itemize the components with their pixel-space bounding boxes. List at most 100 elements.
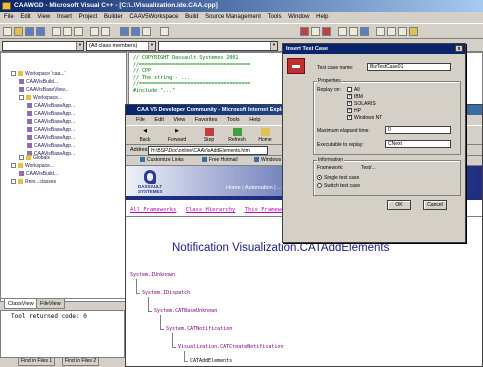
cancel-button[interactable]: Cancel: [423, 200, 447, 210]
members-combo[interactable]: (All class members) ▼: [86, 41, 156, 51]
browser-menu-view[interactable]: View: [173, 117, 185, 123]
stop-button[interactable]: Stop: [198, 128, 220, 143]
tab-find-in-files-2[interactable]: Find in Files 2: [62, 357, 100, 366]
switch-test-case-radio[interactable]: Switch test case: [317, 183, 360, 189]
link-class-hierarchy[interactable]: Class Hierarchy: [186, 207, 236, 213]
tree-item[interactable]: CAAVisBaseView...: [19, 87, 69, 94]
find-icon[interactable]: [160, 27, 169, 36]
single-test-case-radio[interactable]: Single test case: [317, 175, 359, 181]
menu-edit[interactable]: Edit: [20, 14, 30, 20]
platform-solaris-checkbox[interactable]: ✓ SOLARIS: [347, 101, 376, 107]
class-icon: [19, 79, 24, 85]
browser-menu-edit[interactable]: Edit: [154, 117, 163, 123]
close-icon[interactable]: x: [455, 45, 463, 52]
hierarchy-link[interactable]: System.IDispatch: [142, 290, 190, 296]
hierarchy-link[interactable]: System.CATNotification: [166, 326, 232, 332]
forward-button[interactable]: ▶ Forward: [166, 128, 188, 143]
menu-insert[interactable]: Insert: [57, 14, 72, 20]
workspace-icon[interactable]: [120, 27, 129, 36]
breakpoint-icon[interactable]: [360, 27, 369, 36]
caa-tool-3-icon[interactable]: [398, 27, 407, 36]
browser-menu-favorites[interactable]: Favorites: [195, 117, 218, 123]
hierarchy-link[interactable]: System.IUnknown: [130, 272, 175, 278]
workspace-tree[interactable]: Workspace 'caa...' CAAVisBuild... CAAVis…: [0, 52, 127, 302]
build-icon[interactable]: [311, 27, 320, 36]
platform-hp-checkbox[interactable]: ✓ HP: [347, 108, 361, 114]
refresh-button[interactable]: Refresh: [226, 128, 248, 143]
output-pane[interactable]: Tool returned code: 0: [0, 310, 125, 358]
tree-item[interactable]: CAAVisBuild...: [19, 171, 58, 178]
menu-builder[interactable]: Builder: [104, 14, 123, 20]
expand-icon[interactable]: [11, 71, 16, 77]
menu-source-management[interactable]: Source Management: [205, 14, 261, 20]
link-windows[interactable]: Windows: [254, 157, 281, 163]
link-customize[interactable]: Customize Links: [140, 157, 184, 163]
output-icon[interactable]: [131, 27, 140, 36]
test-case-name-input[interactable]: BizTestCase01: [367, 63, 451, 71]
expand-icon[interactable]: [11, 179, 16, 185]
undo-icon[interactable]: [90, 27, 99, 36]
menu-build[interactable]: Build: [185, 14, 198, 20]
home-button[interactable]: Home: [254, 128, 276, 143]
expand-icon[interactable]: [19, 155, 24, 161]
tree-item[interactable]: CAAVisBaseApp...: [27, 127, 75, 134]
menu-window[interactable]: Window: [288, 14, 309, 20]
banner-nav[interactable]: Home | Automation | ...: [226, 185, 282, 191]
menu-view[interactable]: View: [37, 14, 50, 20]
tree-item[interactable]: Globals: [19, 155, 50, 162]
open-folder-icon[interactable]: [14, 27, 23, 36]
tree-item[interactable]: CAAVisBaseApp...: [27, 111, 75, 118]
browser-menu-help[interactable]: Help: [249, 117, 260, 123]
menu-tools[interactable]: Tools: [267, 14, 281, 20]
tree-item[interactable]: Workspace 'caa...': [11, 71, 65, 78]
function-combo[interactable]: ▼: [158, 41, 278, 51]
tab-fileview[interactable]: FileView: [36, 299, 65, 309]
class-combo[interactable]: ▼: [2, 41, 84, 51]
max-elapsed-input[interactable]: 0: [385, 126, 451, 134]
tree-item[interactable]: CAAVisBaseApp...: [27, 103, 75, 110]
tab-classview[interactable]: ClassView: [4, 299, 38, 309]
address-input[interactable]: H:\BSF\Doc\online\CAAVisAddElements.htm: [148, 146, 268, 155]
expand-icon[interactable]: [11, 163, 16, 169]
platform-windows-nt-checkbox[interactable]: ✓ Windows NT: [347, 115, 382, 121]
execute-icon[interactable]: [338, 27, 347, 36]
hierarchy-link[interactable]: Visualization.CATCreateNotification: [178, 344, 283, 350]
menu-caav5workspace[interactable]: CAAV5Workspace: [129, 14, 178, 20]
platform-ibm-checkbox[interactable]: ✓ IBM: [347, 94, 363, 100]
tree-item[interactable]: CAAVisBaseApp...: [27, 135, 75, 142]
stop-build-icon[interactable]: [322, 27, 331, 36]
back-button[interactable]: ◀ Back: [134, 128, 156, 143]
tree-item[interactable]: CAAVisBaseApp...: [27, 143, 75, 150]
compile-icon[interactable]: [300, 27, 309, 36]
caa-tool-icon[interactable]: [376, 27, 385, 36]
menu-project[interactable]: Project: [79, 14, 98, 20]
hierarchy-link[interactable]: System.CATBaseUnknown: [154, 308, 217, 314]
browser-menu-file[interactable]: File: [136, 117, 145, 123]
tree-item[interactable]: Workspace...: [11, 163, 54, 170]
redo-icon[interactable]: [101, 27, 110, 36]
platform-all-checkbox[interactable]: All: [347, 87, 360, 93]
save-all-icon[interactable]: [36, 27, 45, 36]
menu-file[interactable]: File: [4, 14, 14, 20]
windows-icon[interactable]: [142, 27, 151, 36]
copy-icon[interactable]: [63, 27, 72, 36]
tree-item[interactable]: Rein...classes: [11, 179, 56, 186]
link-all-frameworks[interactable]: All Frameworks: [130, 207, 176, 213]
menu-help[interactable]: Help: [316, 14, 328, 20]
caa-tool-4-icon[interactable]: [409, 27, 418, 36]
cut-icon[interactable]: [52, 27, 61, 36]
save-icon[interactable]: [25, 27, 34, 36]
tree-item[interactable]: CAAVisBaseApp...: [27, 119, 75, 126]
paste-icon[interactable]: [74, 27, 83, 36]
ok-button[interactable]: OK: [387, 200, 411, 210]
tree-item[interactable]: Workspace...: [19, 95, 62, 102]
link-hotmail[interactable]: Free Hotmail: [202, 157, 238, 163]
browser-menu-tools[interactable]: Tools: [227, 117, 240, 123]
tree-item[interactable]: CAAVisBuild...: [19, 79, 58, 86]
go-icon[interactable]: [349, 27, 358, 36]
caa-tool-2-icon[interactable]: [387, 27, 396, 36]
tab-find-in-files-1[interactable]: Find in Files 1: [18, 357, 56, 366]
executable-input[interactable]: CNext: [385, 140, 451, 148]
new-file-icon[interactable]: [3, 27, 12, 36]
expand-icon[interactable]: [19, 95, 24, 101]
